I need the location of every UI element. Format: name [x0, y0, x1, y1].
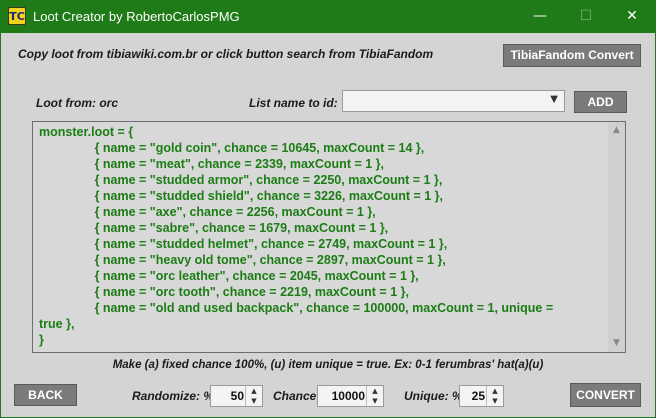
minimize-button[interactable]: — [517, 0, 563, 33]
unique-label: Unique: % [404, 389, 463, 403]
editor-line: true }, [39, 317, 75, 331]
stepper-arrows[interactable]: ▲ ▼ [245, 386, 262, 406]
editor-line: { name = "studded armor", chance = 2250,… [39, 173, 443, 187]
editor-line: monster.loot = { [39, 125, 134, 139]
chance-label: Chance: [273, 389, 321, 403]
randomize-stepper[interactable]: 50 ▲ ▼ [210, 385, 263, 407]
stepper-arrows[interactable]: ▲ ▼ [366, 386, 383, 406]
editor-line: { name = "studded shield", chance = 3226… [39, 189, 444, 203]
close-button[interactable]: ✕ [609, 0, 655, 33]
maximize-icon: ☐ [579, 8, 593, 24]
scroll-down-icon[interactable]: ▼ [608, 335, 625, 352]
editor-line: { name = "axe", chance = 2256, maxCount … [39, 205, 376, 219]
chance-value: 10000 [331, 389, 365, 403]
help-note: Make (a) fixed chance 100%, (u) item uni… [112, 359, 544, 371]
back-button[interactable]: BACK [14, 384, 77, 406]
chevron-down-icon[interactable]: ▼ [367, 396, 383, 406]
chevron-down-icon[interactable]: ▼ [487, 396, 503, 406]
randomize-label: Randomize: % [132, 389, 215, 403]
loot-text-editor[interactable]: monster.loot = { { name = "gold coin", c… [32, 121, 626, 353]
tibiafandom-convert-button[interactable]: TibiaFandom Convert [503, 44, 641, 67]
list-name-label: List name to id: [249, 96, 338, 110]
unique-value: 25 [471, 389, 485, 403]
randomize-value: 50 [230, 389, 244, 403]
chevron-up-icon[interactable]: ▲ [367, 386, 383, 396]
editor-line: { name = "heavy old tome", chance = 2897… [39, 253, 446, 267]
unique-stepper[interactable]: 25 ▲ ▼ [459, 385, 504, 407]
editor-line: { name = "old and used backpack", chance… [39, 301, 554, 315]
editor-line: { name = "meat", chance = 2339, maxCount… [39, 157, 384, 171]
instruction-label: Copy loot from tibiawiki.com.br or click… [18, 47, 434, 61]
close-icon: ✕ [626, 8, 638, 24]
title-bar: TC Loot Creator by RobertoCarlosPMG — ☐ … [0, 0, 656, 33]
chance-stepper[interactable]: 10000 ▲ ▼ [317, 385, 384, 407]
list-name-select[interactable]: ▼ [342, 90, 565, 112]
minimize-icon: — [533, 8, 547, 24]
window-title: Loot Creator by RobertoCarlosPMG [33, 9, 240, 24]
chevron-up-icon[interactable]: ▲ [246, 386, 262, 396]
scroll-up-icon[interactable]: ▲ [608, 122, 625, 139]
chevron-up-icon[interactable]: ▲ [487, 386, 503, 396]
maximize-button[interactable]: ☐ [563, 0, 609, 33]
chevron-down-icon[interactable]: ▼ [246, 396, 262, 406]
editor-line: } [39, 333, 44, 347]
editor-line: { name = "orc leather", chance = 2045, m… [39, 269, 419, 283]
convert-button[interactable]: CONVERT [570, 383, 641, 407]
editor-line: { name = "studded helmet", chance = 2749… [39, 237, 448, 251]
add-button[interactable]: ADD [574, 91, 627, 113]
editor-line: { name = "orc tooth", chance = 2219, max… [39, 285, 409, 299]
editor-line: { name = "sabre", chance = 1679, maxCoun… [39, 221, 389, 235]
chevron-down-icon: ▼ [550, 94, 558, 105]
editor-line: { name = "gold coin", chance = 10645, ma… [39, 141, 425, 155]
app-icon: TC [8, 7, 26, 25]
editor-scrollbar[interactable]: ▲ ▼ [608, 122, 625, 352]
stepper-arrows[interactable]: ▲ ▼ [486, 386, 503, 406]
loot-from-label: Loot from: orc [36, 96, 118, 110]
